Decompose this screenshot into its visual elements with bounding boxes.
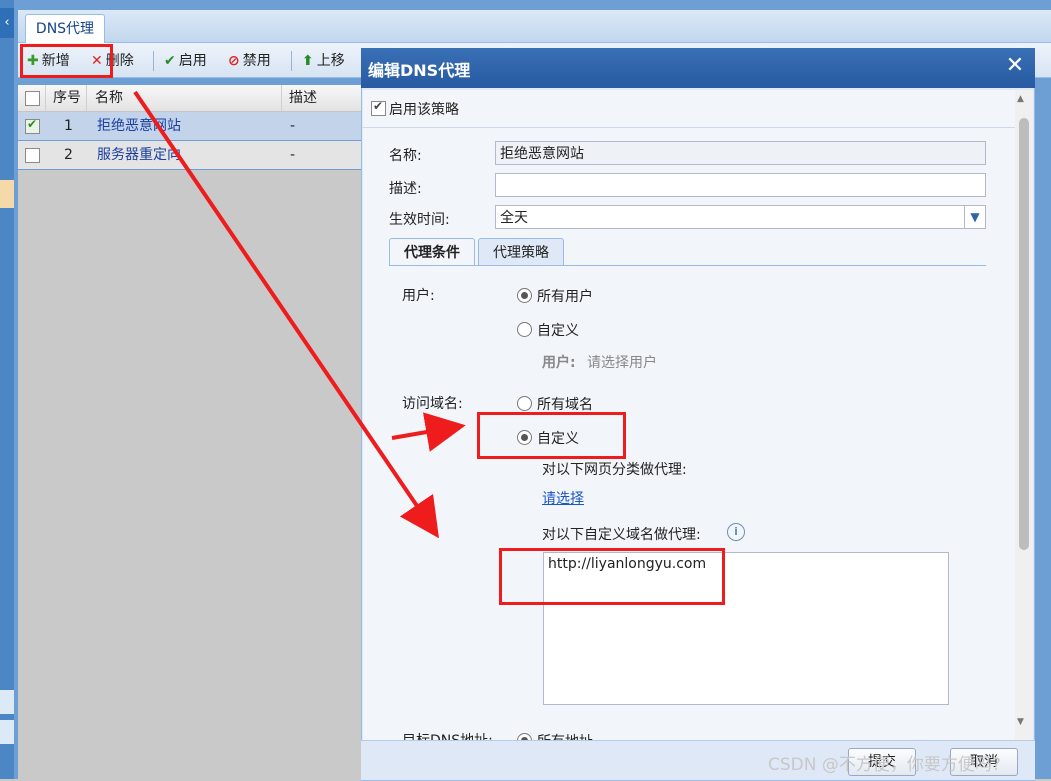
annotation-arrows xyxy=(133,90,466,539)
arrow-line xyxy=(133,90,440,539)
arrow-line xyxy=(391,412,466,452)
